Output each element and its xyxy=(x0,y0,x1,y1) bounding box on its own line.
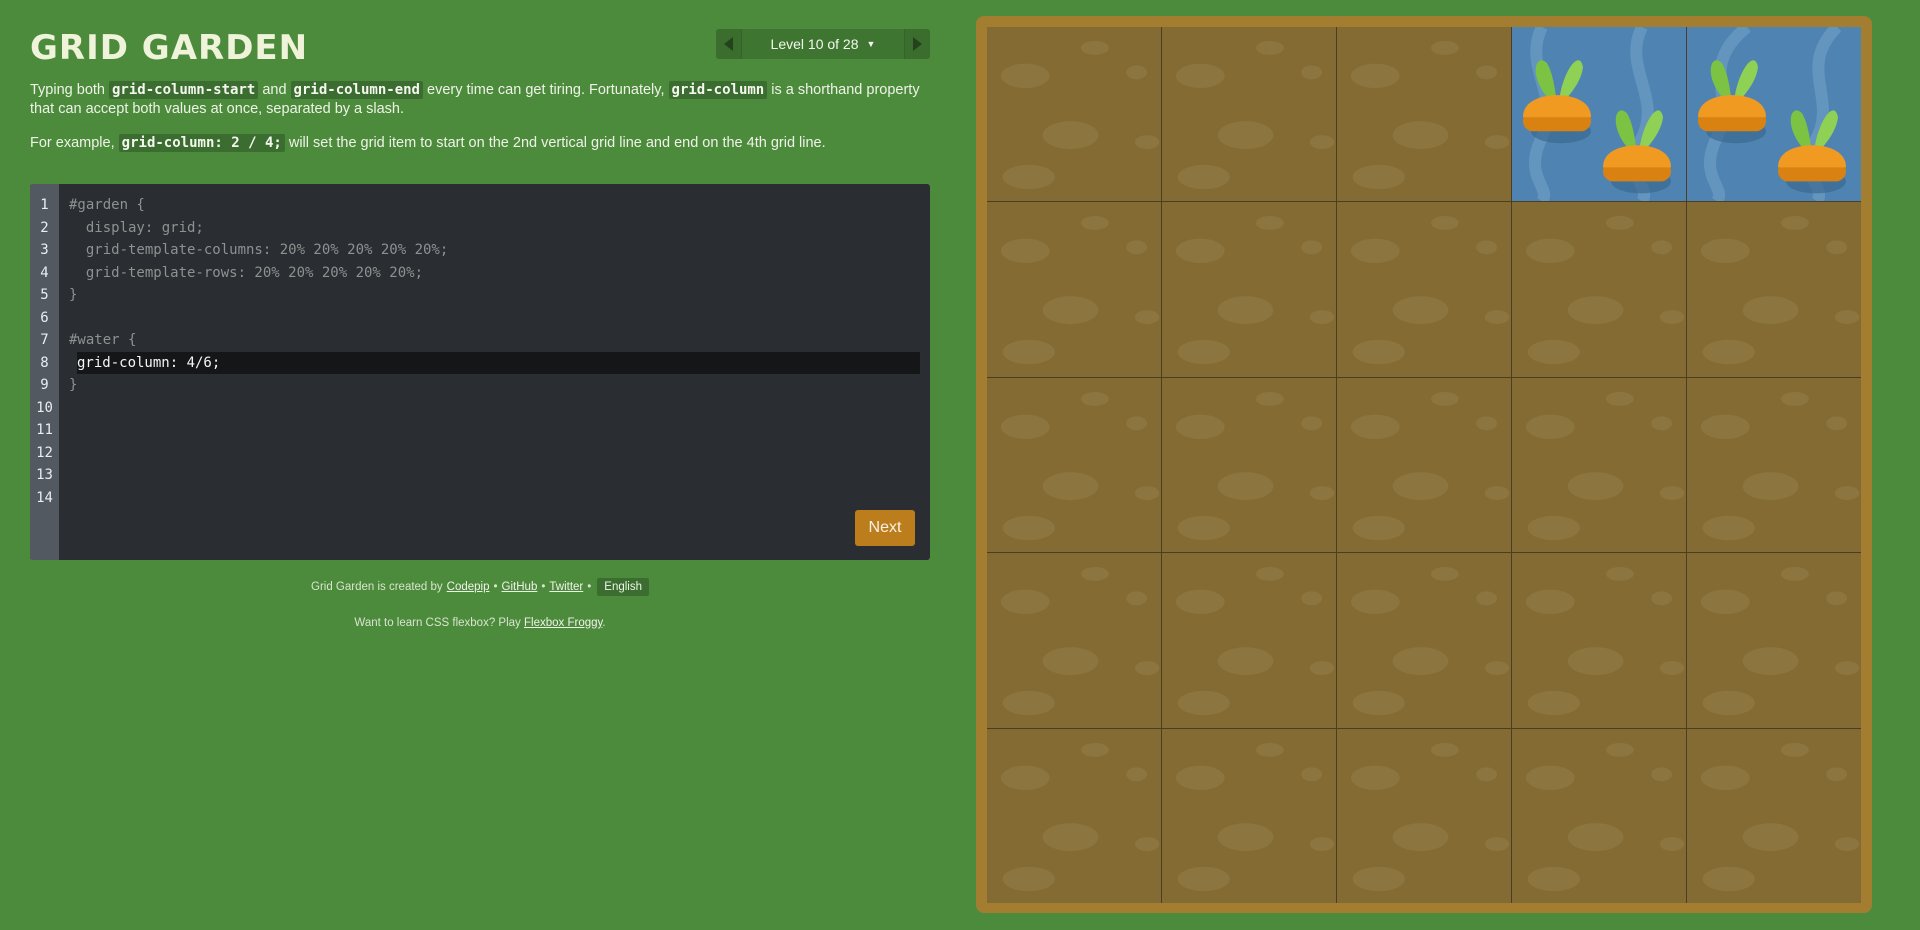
separator: • xyxy=(493,581,498,593)
soil-tile xyxy=(1162,728,1336,903)
github-link[interactable]: GitHub xyxy=(502,581,538,593)
line-number: 2 xyxy=(40,219,49,236)
twitter-link[interactable]: Twitter xyxy=(549,581,583,593)
next-button[interactable]: Next xyxy=(855,510,915,546)
soil-tile xyxy=(1512,377,1686,553)
code-term: grid-column xyxy=(668,81,768,99)
line-number: 4 xyxy=(40,264,49,281)
flexbox-froggy-link[interactable]: Flexbox Froggy xyxy=(524,617,602,629)
codepip-link[interactable]: Codepip xyxy=(447,581,490,593)
instructions-paragraph-1: Typing both grid-column-start and grid-c… xyxy=(30,81,930,119)
line-number: 12 xyxy=(36,444,53,461)
soil-tile xyxy=(1687,202,1861,377)
water-tile xyxy=(1687,27,1861,202)
next-level-button[interactable] xyxy=(904,29,930,59)
soil-tile xyxy=(1512,202,1686,377)
code-line: grid-template-columns: 20% 20% 20% 20% 2… xyxy=(69,242,449,258)
separator: • xyxy=(587,581,592,593)
text: every time can get tiring. Fortunately, xyxy=(422,82,669,98)
soil-tile xyxy=(1162,553,1336,728)
line-number: 3 xyxy=(40,242,49,258)
instructions-paragraph-2: For example, grid-column: 2 / 4; will se… xyxy=(30,134,930,153)
promo-text: Want to learn CSS flexbox? Play xyxy=(354,617,524,629)
line-number: 8 xyxy=(40,354,49,371)
line-number: 13 xyxy=(36,467,53,483)
arrow-right-icon xyxy=(913,37,922,51)
caret-down-icon: ▼ xyxy=(866,39,876,49)
text: Typing both xyxy=(30,82,109,98)
code-line: grid-template-rows: 20% 20% 20% 20% 20%; xyxy=(69,264,424,281)
line-number-gutter: 1 2 3 4 5 6 7 8 9 10 11 12 13 14 xyxy=(30,184,59,560)
page-title: GRID GARDEN xyxy=(30,28,309,68)
flexbox-froggy-promo: Want to learn CSS flexbox? Play Flexbox … xyxy=(30,617,930,629)
soil-tile xyxy=(987,553,1161,728)
garden-frame xyxy=(976,16,1872,913)
code-line: } xyxy=(69,287,78,303)
soil-tile xyxy=(987,377,1161,553)
soil-tile xyxy=(1512,728,1686,903)
level-selector[interactable]: Level 10 of 28 ▼ xyxy=(742,29,904,59)
separator: • xyxy=(541,581,546,593)
code-area: #garden { display: grid; grid-template-c… xyxy=(59,194,930,397)
previous-level-button[interactable] xyxy=(716,29,742,59)
soil-tile xyxy=(1162,202,1336,377)
css-answer-input[interactable]: grid-column: 4/6; xyxy=(77,351,920,374)
code-line: display: grid; xyxy=(69,219,204,236)
soil-tile xyxy=(1337,377,1511,553)
soil-tile xyxy=(1337,202,1511,377)
line-number: 6 xyxy=(40,309,49,326)
credits-text: Grid Garden is created by xyxy=(311,581,443,593)
soil-tile xyxy=(1512,553,1686,728)
level-label: Level 10 of 28 xyxy=(770,36,859,52)
line-number: 14 xyxy=(36,489,53,506)
soil-tile xyxy=(987,202,1161,377)
language-button[interactable]: English xyxy=(597,578,649,596)
code-line: } xyxy=(69,377,78,393)
water-tile xyxy=(1512,27,1686,202)
line-number: 5 xyxy=(40,287,49,303)
text: and xyxy=(258,82,291,98)
soil-tile xyxy=(1162,27,1336,202)
left-panel: GRID GARDEN Level 10 of 28 ▼ Typing both… xyxy=(30,0,930,930)
line-number: 11 xyxy=(36,422,53,438)
promo-suffix: . xyxy=(602,617,606,629)
code-example: grid-column: 2 / 4; xyxy=(118,134,285,152)
soil-tile xyxy=(1687,377,1861,553)
text: will set the grid item to start on the 2… xyxy=(284,135,826,151)
soil-tile xyxy=(987,27,1161,202)
carrot-icon xyxy=(1523,60,1671,194)
code-editor: 1 2 3 4 5 6 7 8 9 10 11 12 13 14 #garden { display: g… xyxy=(30,184,930,560)
soil-tile xyxy=(1687,553,1861,728)
arrow-left-icon xyxy=(724,37,733,51)
text: For example, xyxy=(30,135,119,151)
soil-tile xyxy=(1337,728,1511,903)
line-number: 10 xyxy=(36,399,53,416)
level-navigation: Level 10 of 28 ▼ xyxy=(716,29,930,59)
soil-tile xyxy=(987,728,1161,903)
line-number: 1 xyxy=(40,197,49,213)
garden-grid xyxy=(987,27,1861,903)
soil-tile xyxy=(1337,553,1511,728)
carrot-icon xyxy=(1698,60,1846,194)
soil-tile xyxy=(1687,728,1861,903)
instructions: Typing both grid-column-start and grid-c… xyxy=(30,81,930,168)
soil-tile xyxy=(1337,27,1511,202)
line-number: 9 xyxy=(40,377,49,393)
code-term: grid-column-end xyxy=(290,81,423,99)
code-line: #water { xyxy=(69,332,137,348)
credits: Grid Garden is created by Codepip • GitH… xyxy=(30,578,930,596)
code-term: grid-column-start xyxy=(109,81,259,99)
code-line: #garden { xyxy=(69,197,145,213)
line-number: 7 xyxy=(40,332,49,348)
soil-tile xyxy=(1162,377,1336,553)
